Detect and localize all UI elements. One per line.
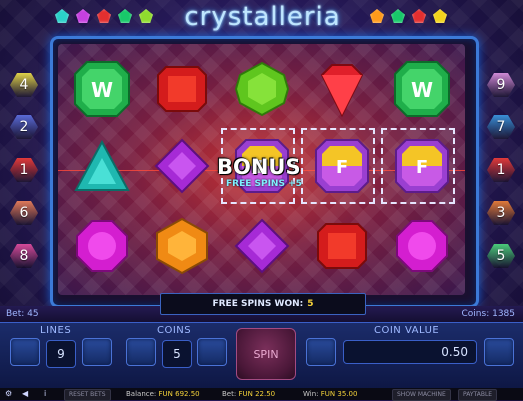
red-diamond-gem-icon [312, 59, 372, 119]
free-spins-won-label: FREE SPINS WON: [212, 299, 304, 309]
coins-increase-button[interactable] [197, 338, 227, 366]
svg-text:W: W [411, 78, 433, 102]
svg-text:W: W [91, 78, 113, 102]
win-value: FUN 35.00 [320, 390, 358, 398]
lines-label: LINES [40, 325, 72, 336]
header-gem-icon [391, 9, 405, 23]
game-title: crystalleria [184, 2, 341, 32]
svg-text:F: F [336, 157, 348, 178]
wild-symbol-icon: W [392, 59, 452, 119]
svg-text:F: F [416, 157, 428, 178]
sound-icon[interactable]: ◀ [22, 390, 31, 398]
free-spins-won-display: FREE SPINS WON: 5 [160, 293, 366, 315]
coins-decrease-button[interactable] [126, 338, 156, 366]
balance-label: Balance: [126, 390, 157, 398]
spin-label: SPIN [253, 347, 279, 361]
reset-bets-button[interactable]: RESET BETS [64, 389, 111, 401]
coin-value-label: COIN VALUE [374, 325, 440, 336]
bet-value: FUN 22.50 [238, 390, 276, 398]
balance-display: Balance: FUN 692.50 [126, 390, 200, 398]
coins-info: Coins: 1385 [461, 309, 515, 319]
status-bar: ⚙ ◀ i RESET BETS Balance: FUN 692.50 Bet… [0, 388, 523, 401]
lines-value: 9 [46, 340, 76, 368]
free-spin-symbol-icon: F [392, 136, 452, 196]
coin-value-increase-button[interactable] [484, 338, 514, 366]
magenta-round-gem-icon [72, 216, 132, 276]
bonus-subtitle: FREE SPINS +5 [226, 179, 302, 189]
game-header: crystalleria [0, 0, 523, 36]
header-gem-icon [412, 9, 426, 23]
show-machine-button[interactable]: SHOW MACHINE [392, 389, 451, 401]
header-gem-icon [97, 9, 111, 23]
magenta-round-gem-icon [392, 216, 452, 276]
header-gem-icon [139, 9, 153, 23]
red-square-gem-icon [152, 59, 212, 119]
settings-icon[interactable]: ⚙ [5, 390, 14, 398]
coins-label: COINS [157, 325, 192, 336]
free-spins-won-value: 5 [307, 299, 314, 309]
header-gem-icon [370, 9, 384, 23]
bonus-title: BONUS [217, 155, 301, 179]
purple-diamond-gem-icon [232, 216, 292, 276]
header-gem-icon [55, 9, 69, 23]
orange-hexagon-gem-icon [152, 216, 212, 276]
balance-value: FUN 692.50 [158, 390, 200, 398]
bet-display: Bet: FUN 22.50 [222, 390, 275, 398]
bet-info: Bet: 45 [6, 309, 39, 319]
green-octagon-gem-icon [232, 59, 292, 119]
bet-label: Bet: [222, 390, 237, 398]
win-label: Win: [303, 390, 319, 398]
wild-symbol-icon: W [72, 59, 132, 119]
coins-value: 5 [162, 340, 192, 368]
spin-button[interactable]: SPIN [236, 328, 296, 380]
coin-value-display: 0.50 [343, 340, 477, 364]
teal-triangle-gem-icon [72, 136, 132, 196]
lines-decrease-button[interactable] [10, 338, 40, 366]
coin-value-decrease-button[interactable] [306, 338, 336, 366]
info-icon[interactable]: i [44, 390, 53, 398]
free-spin-symbol-icon: F [312, 136, 372, 196]
header-gem-icon [433, 9, 447, 23]
header-gem-icon [118, 9, 132, 23]
purple-diamond-gem-icon [152, 136, 212, 196]
paytable-button[interactable]: PAYTABLE [458, 389, 498, 401]
win-display: Win: FUN 35.00 [303, 390, 357, 398]
red-square-gem-icon [312, 216, 372, 276]
header-gem-icon [76, 9, 90, 23]
lines-increase-button[interactable] [82, 338, 112, 366]
coin-value: 0.50 [441, 345, 468, 359]
